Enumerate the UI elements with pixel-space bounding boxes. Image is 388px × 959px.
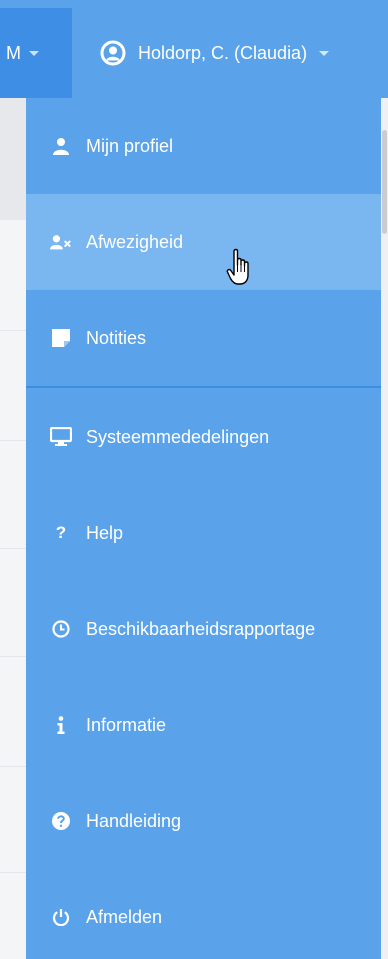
- menu-item-help[interactable]: ? Help: [26, 485, 381, 581]
- menu-item-mijn-profiel[interactable]: Mijn profiel: [26, 98, 381, 194]
- menu-item-label: Help: [86, 522, 124, 543]
- scrollbar-thumb[interactable]: [382, 130, 387, 234]
- menu-divider: [26, 386, 381, 388]
- user-dropdown-menu: Mijn profiel Afwezigheid Notities Systee…: [26, 98, 381, 959]
- left-menu-toggle[interactable]: M: [0, 8, 72, 98]
- user-icon: [50, 135, 72, 157]
- menu-item-label: Afwezigheid: [86, 231, 184, 252]
- question-mark-icon: ?: [55, 523, 67, 542]
- chevron-down-icon: [29, 50, 39, 56]
- background-header-strip: [0, 98, 26, 220]
- menu-item-afwezigheid[interactable]: Afwezigheid: [26, 194, 381, 290]
- question-circle-icon: [50, 810, 72, 832]
- menu-item-notities[interactable]: Notities: [26, 290, 381, 386]
- top-navbar: M Holdorp, C. (Claudia): [0, 0, 388, 98]
- chevron-down-icon: [319, 50, 330, 56]
- info-icon: [50, 714, 72, 736]
- menu-item-informatie[interactable]: Informatie: [26, 677, 381, 773]
- menu-item-label: Notities: [86, 327, 147, 348]
- menu-item-label: Informatie: [86, 714, 167, 735]
- power-icon: [50, 906, 72, 928]
- sticky-note-icon: [50, 327, 72, 349]
- menu-item-label: Afmelden: [86, 906, 163, 927]
- menu-item-afmelden[interactable]: Afmelden: [26, 869, 381, 959]
- user-menu-toggle[interactable]: Holdorp, C. (Claudia): [100, 8, 330, 98]
- user-times-icon: [50, 231, 72, 253]
- menu-item-label: Beschikbaarheidsrapportage: [86, 618, 316, 639]
- user-circle-icon: [100, 40, 126, 66]
- left-menu-label: M: [6, 42, 21, 63]
- menu-item-handleiding[interactable]: Handleiding: [26, 773, 381, 869]
- hand-pointer-cursor-icon: [226, 248, 249, 285]
- menu-item-beschikbaarheidsrapportage[interactable]: Beschikbaarheidsrapportage: [26, 581, 381, 677]
- menu-item-label: Handleiding: [86, 810, 182, 831]
- user-name: Holdorp, C. (Claudia): [138, 42, 308, 63]
- menu-item-label: Systeemmededelingen: [86, 426, 270, 447]
- menu-item-systeemmededelingen[interactable]: Systeemmededelingen: [26, 389, 381, 485]
- menu-item-label: Mijn profiel: [86, 135, 174, 156]
- monitor-icon: [50, 426, 72, 448]
- clock-icon: [50, 618, 72, 640]
